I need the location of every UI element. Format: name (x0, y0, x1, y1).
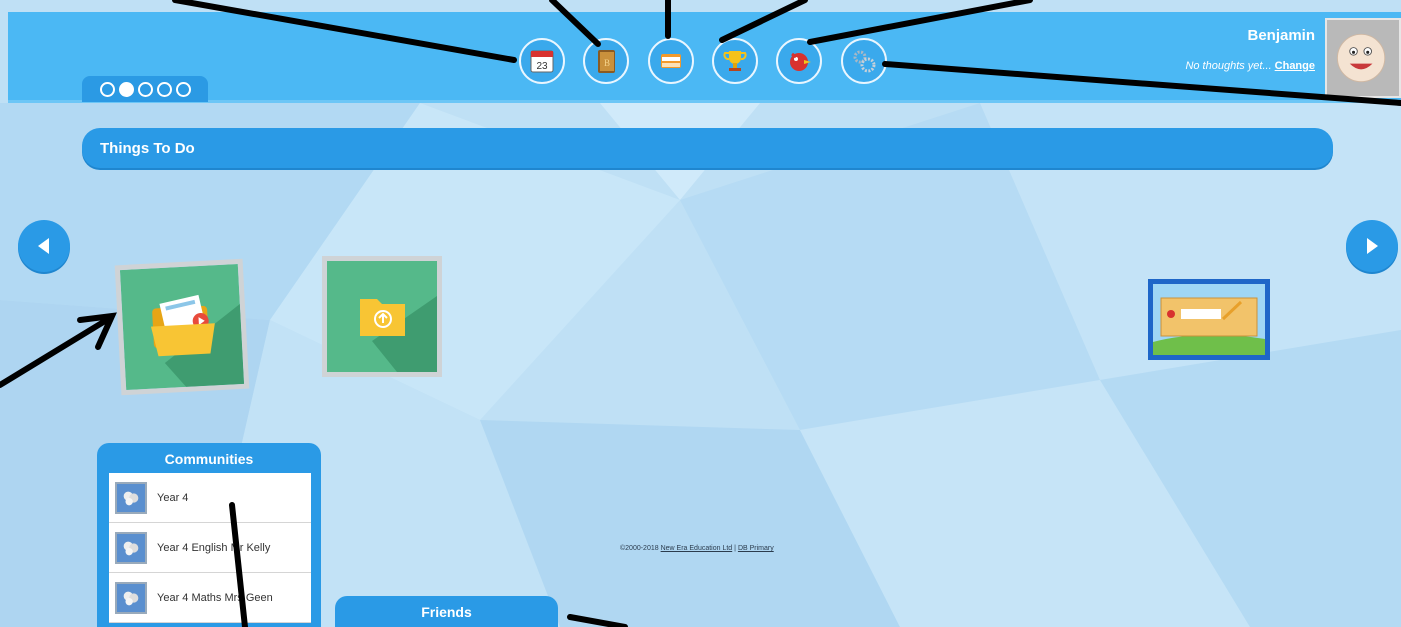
page-dot-2[interactable] (118, 81, 134, 97)
upload-folder-tile[interactable] (322, 256, 442, 377)
company-link[interactable]: New Era Education Ltd (661, 545, 733, 552)
folders-icon (661, 54, 681, 68)
avatar[interactable] (1325, 18, 1401, 98)
svg-text:B: B (604, 58, 610, 68)
settings-button[interactable] (841, 38, 887, 84)
friends-panel: Friends (335, 596, 558, 627)
product-link[interactable]: DB Primary (738, 545, 774, 552)
communities-list: Year 4 Year 4 English Mr Kelly Year 4 Ma… (109, 473, 311, 623)
book-icon: B (598, 50, 615, 73)
community-item-year-4-maths[interactable]: Year 4 Maths Mrs Geen (109, 573, 311, 623)
community-label: Year 4 Maths Mrs Geen (157, 591, 273, 604)
section-title-bar: Things To Do (82, 128, 1333, 168)
signboard-icon (1153, 284, 1265, 355)
previous-button[interactable] (18, 220, 70, 272)
svg-text:23: 23 (536, 61, 548, 72)
next-button[interactable] (1346, 220, 1398, 272)
friends-title: Friends (421, 604, 472, 620)
user-thought: No thoughts yet... Change (1185, 60, 1315, 72)
community-group-icon (115, 481, 147, 514)
smiley-face-icon (1336, 33, 1386, 83)
book-button[interactable]: B (583, 38, 629, 84)
copyright-text: ©2000-2018 (620, 545, 659, 552)
thought-text: No thoughts yet... (1185, 60, 1272, 72)
communities-panel: Communities Year 4 Year 4 English Mr Kel… (97, 443, 321, 627)
bird-button[interactable] (776, 38, 822, 84)
community-group-icon (115, 581, 147, 614)
community-label: Year 4 English Mr Kelly (157, 541, 271, 554)
arrow-right-icon (1367, 238, 1378, 254)
calendar-icon: 23 (530, 50, 554, 73)
folder-media-icon (119, 263, 245, 391)
page-indicator (82, 76, 208, 102)
community-group-icon (115, 531, 147, 564)
top-header (8, 12, 1401, 102)
folders-button[interactable] (648, 38, 694, 84)
community-item-year-4-english[interactable]: Year 4 English Mr Kelly (109, 523, 311, 573)
change-thought-link[interactable]: Change (1275, 60, 1315, 72)
trophy-button[interactable] (712, 38, 758, 84)
community-label: Year 4 (157, 491, 189, 504)
trophy-icon (723, 51, 747, 71)
header-divider (8, 100, 1401, 103)
page-dot-5[interactable] (175, 81, 191, 97)
page-dot-4[interactable] (156, 81, 172, 97)
communities-title: Communities (164, 451, 254, 467)
message-board-tile[interactable] (1148, 279, 1270, 360)
settings-gears-icon (853, 50, 876, 73)
bird-icon (790, 52, 811, 71)
footer: ©2000-2018 New Era Education Ltd | DB Pr… (620, 545, 774, 552)
section-title: Things To Do (100, 139, 195, 157)
user-name: Benjamin (1247, 27, 1315, 44)
footer-separator: | (734, 545, 736, 552)
folder-upload-icon (327, 261, 437, 372)
page-dot-1[interactable] (99, 81, 115, 97)
calendar-button[interactable]: 23 (519, 38, 565, 84)
resources-folder-tile[interactable] (114, 258, 250, 396)
community-item-year-4[interactable]: Year 4 (109, 473, 311, 523)
page-dot-3[interactable] (137, 81, 153, 97)
arrow-left-icon (38, 238, 49, 254)
